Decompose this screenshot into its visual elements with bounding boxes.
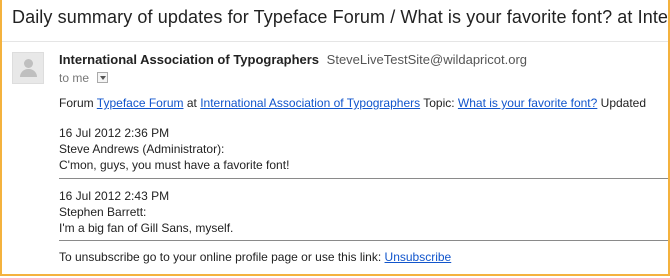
unsubscribe-text: To unsubscribe go to your online profile… (59, 250, 385, 264)
post-message: I'm a big fan of Gill Sans, myself. (59, 221, 234, 235)
post-timestamp: 16 Jul 2012 2:43 PM (59, 189, 170, 203)
post-divider (59, 178, 668, 179)
post-author: Stephen Barrett: (59, 205, 147, 219)
topic-suffix: Updated (597, 96, 647, 110)
email-frame: Daily summary of updates for Typeface Fo… (0, 0, 670, 276)
sender-name[interactable]: International Association of Typographer… (59, 52, 319, 67)
post-message: C'mon, guys, you must have a favorite fo… (59, 158, 290, 172)
unsubscribe-line: To unsubscribe go to your online profile… (59, 250, 451, 264)
post-author: Steve Andrews (Administrator): (59, 142, 225, 156)
unsubscribe-link[interactable]: Unsubscribe (385, 250, 452, 264)
forum-prefix: Forum (59, 96, 97, 110)
post-timestamp: 16 Jul 2012 2:36 PM (59, 126, 170, 140)
post-item: 16 Jul 2012 2:43 PM Stephen Barrett: I'm… (59, 188, 233, 236)
chevron-down-icon[interactable] (97, 72, 109, 84)
forum-line: Forum Typeface Forum at International As… (59, 96, 646, 110)
post-divider (59, 240, 668, 241)
email-subject: Daily summary of updates for Typeface Fo… (12, 7, 669, 27)
header-divider (2, 41, 668, 42)
post-item: 16 Jul 2012 2:36 PM Steve Andrews (Admin… (59, 125, 289, 173)
forum-link[interactable]: Typeface Forum (97, 96, 184, 110)
org-link[interactable]: International Association of Typographer… (200, 96, 420, 110)
topic-link[interactable]: What is your favorite font? (458, 96, 597, 110)
recipient-line: to me (59, 71, 109, 85)
topic-prefix: Topic: (420, 96, 458, 110)
sender-email[interactable]: SteveLiveTestSite@wildapricot.org (327, 52, 527, 67)
at-text: at (183, 96, 201, 110)
recipient-label: to me (59, 71, 90, 85)
sender-line: International Association of Typographer… (59, 52, 527, 67)
sender-avatar[interactable] (12, 52, 44, 84)
